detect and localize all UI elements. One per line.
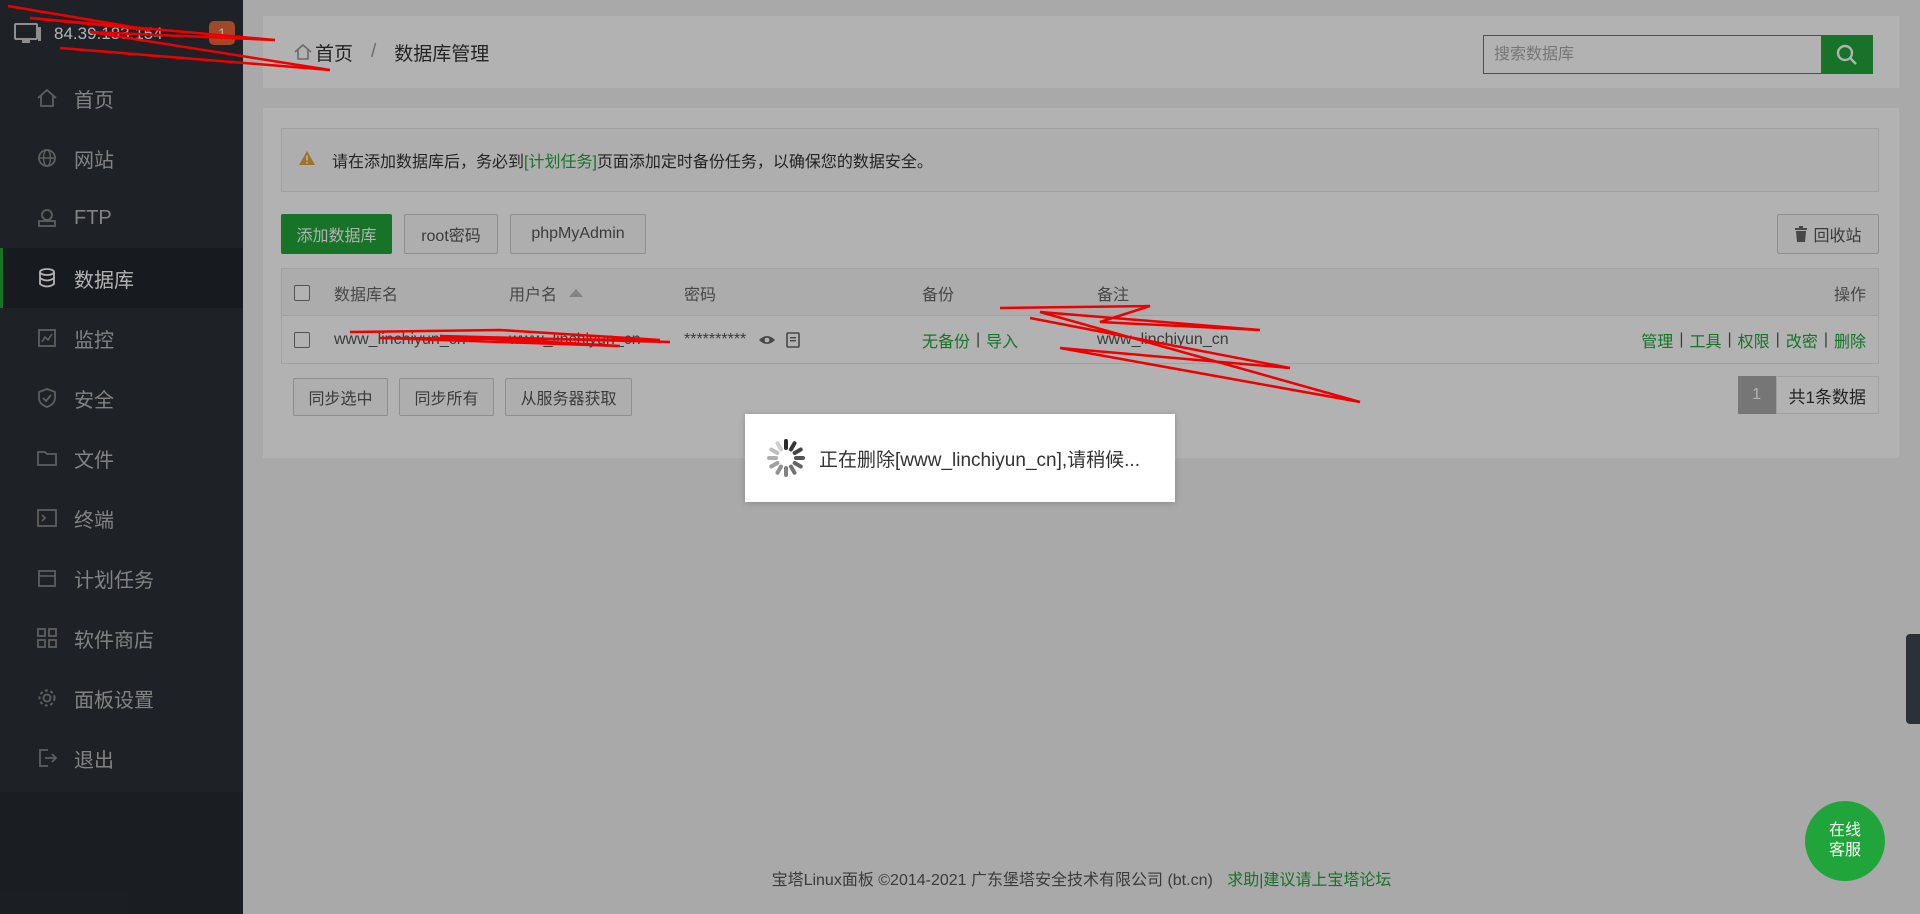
loading-dialog: 正在删除[www_linchiyun_cn],请稍候... [745,414,1175,502]
chat-line-1: 在线 [1828,822,1861,839]
side-scroll-handle[interactable] [1906,634,1920,724]
spinner-icon [767,439,805,477]
chat-line-2: 客服 [1828,842,1861,859]
loading-message: 正在删除[www_linchiyun_cn],请稍候... [819,449,1140,471]
online-support-button[interactable]: 在线 客服 [1805,801,1885,881]
